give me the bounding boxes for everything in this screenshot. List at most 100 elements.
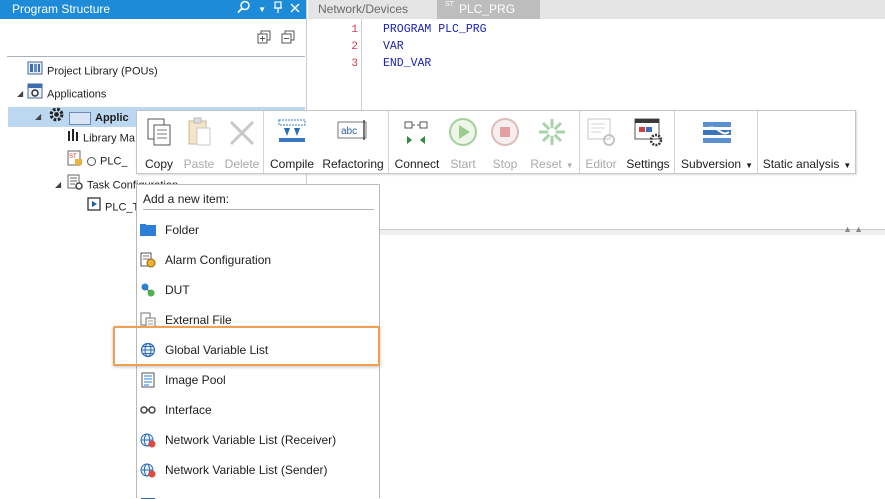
- menu-item-network-variable-list-receiver[interactable]: Network Variable List (Receiver): [137, 425, 380, 455]
- settings-button[interactable]: Settings: [621, 111, 675, 173]
- delete-icon: [226, 116, 258, 150]
- menu-item-partial[interactable]: [137, 485, 380, 499]
- tab-label: PLC_PRG: [459, 2, 516, 16]
- ribbon-toolbar: Copy Paste Delete Compile abc Refactorin…: [136, 110, 856, 174]
- tree-item-plc-prg[interactable]: ST PLC_: [67, 150, 128, 170]
- search-icon[interactable]: [237, 0, 251, 20]
- ribbon-group-online: Connect Start Stop Reset ▼: [390, 111, 580, 173]
- folder-icon: [140, 222, 156, 238]
- menu-item-label: Image Pool: [165, 373, 226, 387]
- tree-item-project-library[interactable]: Project Library (POUs): [27, 60, 158, 80]
- ribbon-group-view: Editor Settings: [581, 111, 675, 173]
- ribbon-group-clipboard: Copy Paste Delete: [137, 111, 264, 173]
- panel-toolbar: [0, 20, 306, 56]
- close-icon[interactable]: [290, 0, 300, 19]
- tree-label: Applic: [95, 112, 129, 124]
- st-program-icon: ST: [67, 150, 83, 173]
- menu-item-label: Network Variable List (Receiver): [165, 433, 337, 447]
- editor-splitter[interactable]: ▲▲: [370, 224, 885, 235]
- circle-icon: [87, 157, 96, 166]
- static-analysis-label: Static analysis: [762, 157, 840, 171]
- menu-item-label: DUT: [165, 283, 190, 297]
- collapse-all-icon[interactable]: [281, 30, 295, 44]
- ribbon-label: Editor: [585, 157, 617, 171]
- ribbon-label: Copy: [144, 157, 173, 171]
- menu-item-alarm-configuration[interactable]: Alarm Configuration: [137, 245, 380, 275]
- network-variable-sender-icon: [140, 462, 156, 478]
- tree-item-library-manager[interactable]: Library Ma: [67, 128, 135, 148]
- expand-triangle-icon[interactable]: ◢: [17, 89, 23, 98]
- gear-icon: [48, 106, 65, 130]
- tree-item-plc-task[interactable]: PLC_T: [87, 197, 139, 217]
- paste-icon: [183, 116, 215, 150]
- tree-label: Applications: [47, 88, 107, 101]
- copy-icon: [143, 116, 175, 150]
- library-icon: [27, 60, 43, 83]
- tree-label: PLC_: [100, 155, 128, 168]
- tree-item-applications[interactable]: Applications: [27, 83, 106, 103]
- code-line[interactable]: END_VAR: [383, 57, 431, 70]
- menu-item-folder[interactable]: Folder: [137, 215, 380, 245]
- menu-item-label: Interface: [165, 403, 212, 417]
- start-button[interactable]: Start: [442, 111, 484, 173]
- chevron-down-icon: ▼: [745, 161, 753, 170]
- chevron-down-icon[interactable]: ▼: [258, 0, 266, 19]
- ribbon-label: Paste: [183, 157, 215, 171]
- menu-item-dut[interactable]: DUT: [137, 275, 380, 305]
- copy-button[interactable]: Copy: [139, 111, 179, 173]
- alarm-configuration-icon: [140, 252, 156, 268]
- menu-item-network-variable-list-sender[interactable]: Network Variable List (Sender): [137, 455, 380, 485]
- tree-label: Project Library (POUs): [47, 65, 158, 78]
- expand-all-icon[interactable]: [257, 30, 271, 44]
- compile-icon: [276, 116, 308, 150]
- reset-icon: [536, 116, 568, 150]
- expand-triangle-icon[interactable]: ◢: [55, 180, 61, 189]
- ribbon-label: Compile: [269, 157, 314, 171]
- line-number: 1: [351, 24, 358, 36]
- subversion-label: Subversion: [681, 157, 742, 171]
- pin-icon[interactable]: [273, 0, 283, 19]
- static-analysis-button[interactable]: Static analysis ▼: [759, 111, 855, 173]
- stop-button[interactable]: Stop: [484, 111, 526, 173]
- code-line[interactable]: VAR: [383, 40, 404, 53]
- code-line[interactable]: PROGRAM PLC_PRG: [383, 23, 487, 36]
- menu-item-label: Folder: [165, 223, 200, 237]
- expand-triangle-icon[interactable]: ◢: [35, 112, 41, 121]
- menu-item-interface[interactable]: Interface: [137, 395, 380, 425]
- refactoring-button[interactable]: abc Refactoring: [319, 111, 387, 173]
- task-icon: [87, 197, 101, 218]
- play-icon: [447, 116, 479, 150]
- library-manager-icon: [67, 128, 79, 149]
- tree-label: PLC_T: [105, 201, 140, 214]
- delete-button[interactable]: Delete: [221, 111, 263, 173]
- splitter-arrows-icon[interactable]: ▲▲: [843, 224, 865, 234]
- paste-button[interactable]: Paste: [179, 111, 219, 173]
- ribbon-label: Start: [450, 157, 476, 171]
- tab-network-devices[interactable]: Network/Devices: [308, 0, 418, 19]
- line-number: 2: [351, 41, 358, 53]
- panel-header: Program Structure ▼: [0, 0, 306, 19]
- ribbon-label: Refactoring: [322, 157, 384, 171]
- ribbon-label: Reset ▼: [526, 157, 578, 173]
- tab-plc-prg[interactable]: ST PLC_PRG: [437, 0, 540, 32]
- editor-tabstrip: Network/Devices ST PLC_PRG: [308, 0, 885, 32]
- subversion-icon: [701, 116, 733, 150]
- compile-button[interactable]: Compile: [267, 111, 317, 173]
- line-number: 3: [351, 58, 358, 70]
- connect-icon: [401, 116, 433, 150]
- panel-divider: [7, 56, 305, 57]
- refactoring-icon: abc: [337, 116, 369, 150]
- ribbon-label: Settings: [626, 157, 670, 171]
- menu-separator: [143, 209, 374, 210]
- subversion-button[interactable]: Subversion ▼: [676, 111, 758, 173]
- menu-item-image-pool[interactable]: Image Pool: [137, 365, 380, 395]
- chevron-down-icon: ▼: [565, 161, 574, 170]
- reset-button[interactable]: Reset ▼: [526, 111, 578, 173]
- tree-item-application[interactable]: Applic: [48, 106, 129, 126]
- settings-icon: [632, 116, 664, 150]
- panel-header-controls: ▼: [237, 0, 300, 19]
- menu-item-label: Network Variable List (Sender): [165, 463, 328, 477]
- editor-button[interactable]: Editor: [581, 111, 621, 173]
- connect-button[interactable]: Connect: [392, 111, 442, 173]
- menu-item-label: External File: [165, 313, 232, 327]
